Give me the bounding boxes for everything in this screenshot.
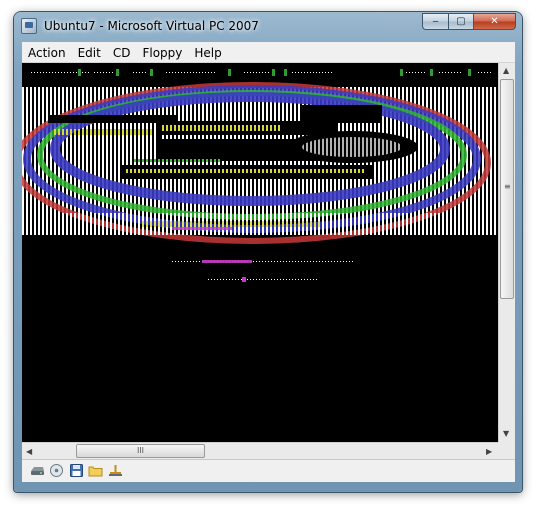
window-title: Ubuntu7 - Microsoft Virtual PC 2007	[44, 19, 259, 33]
scroll-down-arrow-icon[interactable]: ▼	[503, 429, 509, 438]
virtual-pc-window: Ubuntu7 - Microsoft Virtual PC 2007 ‒ ▢ …	[14, 12, 522, 492]
network-icon[interactable]	[108, 464, 123, 477]
maximize-button[interactable]: ▢	[448, 13, 473, 30]
horizontal-scrollbar[interactable]: ◀ III ▶	[22, 442, 498, 459]
virtual-pc-app-icon[interactable]	[21, 18, 37, 34]
shared-folder-icon[interactable]	[88, 464, 103, 477]
title-bar[interactable]: Ubuntu7 - Microsoft Virtual PC 2007 ‒ ▢ …	[14, 12, 522, 42]
vertical-scroll-thumb[interactable]: ≡	[500, 79, 514, 299]
vertical-scrollbar[interactable]: ▲ ≡ ▼	[498, 63, 515, 442]
close-button[interactable]: ✕	[473, 13, 516, 30]
menu-cd[interactable]: CD	[107, 43, 137, 63]
menu-help[interactable]: Help	[188, 43, 227, 63]
menu-action[interactable]: Action	[22, 43, 72, 63]
hard-disk-icon[interactable]	[30, 464, 45, 477]
window-controls: ‒ ▢ ✕	[422, 13, 516, 30]
vm-display-garbled	[22, 63, 498, 442]
scroll-grip-icon: ≡	[504, 182, 511, 191]
cd-drive-icon[interactable]	[49, 464, 64, 477]
status-bar	[22, 459, 515, 482]
scroll-right-arrow-icon[interactable]: ▶	[486, 447, 492, 456]
minimize-button[interactable]: ‒	[422, 13, 448, 30]
vm-screen[interactable]	[22, 63, 498, 442]
floppy-disk-icon[interactable]	[69, 464, 84, 477]
menu-floppy[interactable]: Floppy	[136, 43, 188, 63]
scroll-corner	[498, 442, 515, 459]
menu-bar: Action Edit CD Floppy Help	[22, 42, 515, 63]
scroll-up-arrow-icon[interactable]: ▲	[503, 66, 509, 75]
scroll-left-arrow-icon[interactable]: ◀	[26, 447, 32, 456]
horizontal-scroll-thumb[interactable]: III	[76, 444, 205, 458]
menu-edit[interactable]: Edit	[72, 43, 107, 63]
